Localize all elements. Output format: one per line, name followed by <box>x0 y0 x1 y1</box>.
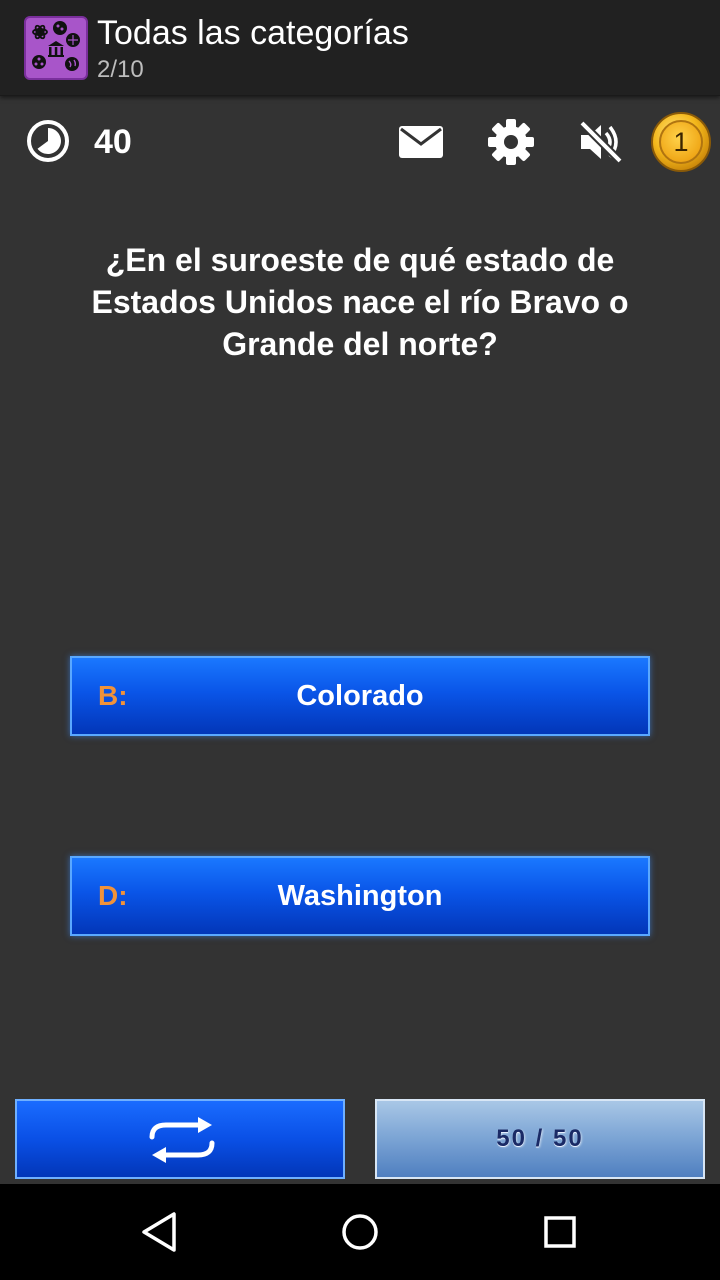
timer-value: 40 <box>94 123 132 161</box>
question-progress: 2/10 <box>97 56 144 83</box>
question-text: ¿En el suroeste de qué estado de Estados… <box>91 242 629 362</box>
answer-button-b[interactable]: B: Colorado <box>70 656 650 736</box>
fifty-fifty-label: 50 / 50 <box>496 1125 584 1152</box>
coin-counter[interactable]: 1 <box>651 112 711 172</box>
mail-icon[interactable] <box>396 117 446 167</box>
answer-text: Washington <box>277 880 443 912</box>
quiz-screen: Todas las categorías 2/10 40 1 ¿En el su… <box>0 0 720 1280</box>
fifty-fifty-button[interactable]: 50 / 50 <box>375 1099 705 1179</box>
gear-icon[interactable] <box>486 117 536 167</box>
back-triangle-icon[interactable] <box>136 1208 184 1256</box>
volume-off-icon[interactable] <box>576 117 626 167</box>
swap-arrows-icon <box>149 1117 215 1163</box>
categories-app-icon <box>24 16 88 80</box>
app-bar: Todas las categorías 2/10 <box>0 0 720 96</box>
switch-question-button[interactable] <box>15 1099 345 1179</box>
home-circle-icon[interactable] <box>336 1208 384 1256</box>
timer-icon <box>26 119 70 163</box>
coin-value: 1 <box>673 127 689 157</box>
system-nav-bar <box>0 1184 720 1280</box>
category-title: Todas las categorías <box>97 14 409 52</box>
answer-button-d[interactable]: D: Washington <box>70 856 650 936</box>
answer-text: Colorado <box>296 680 424 712</box>
recents-square-icon[interactable] <box>536 1208 584 1256</box>
